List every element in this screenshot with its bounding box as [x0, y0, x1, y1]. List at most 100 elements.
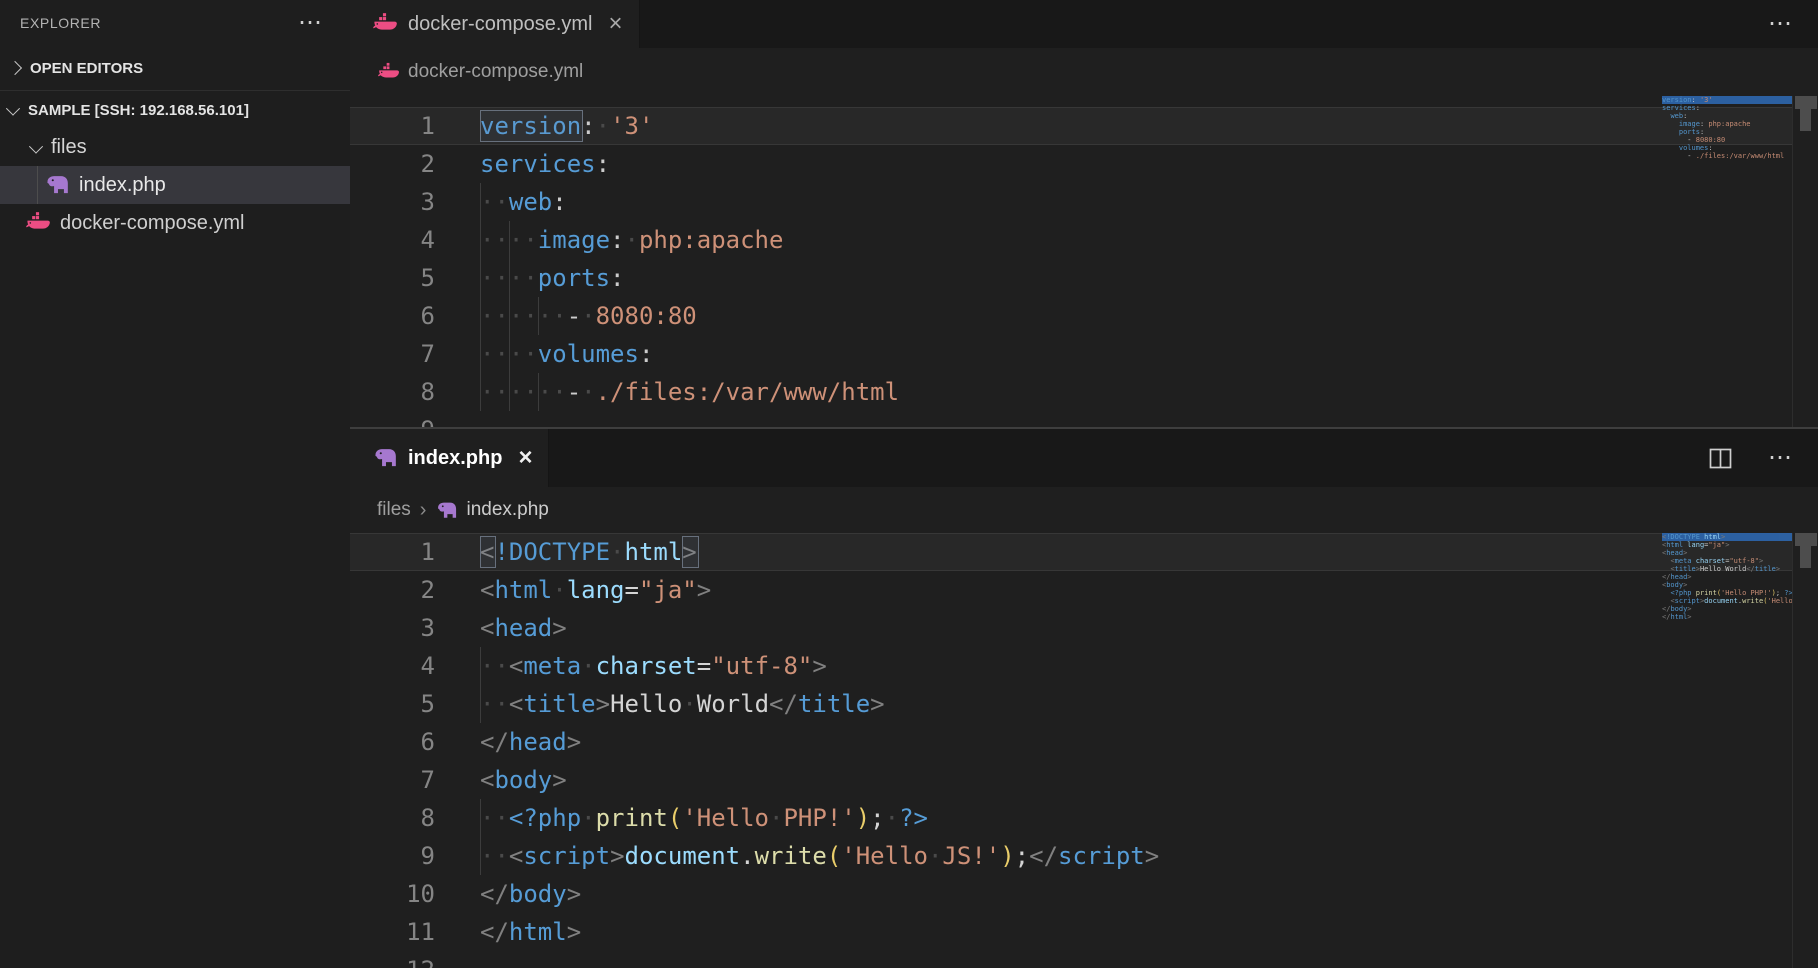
scrollbar[interactable]	[1792, 533, 1818, 968]
line-content: ····image:·php:apache	[480, 221, 1793, 259]
line-content: </body>	[480, 875, 1793, 913]
code-line[interactable]: 3<head>	[350, 609, 1793, 647]
file-label: index.php	[79, 174, 166, 197]
code-line[interactable]: 3··web:	[350, 183, 1793, 221]
docker-file-icon	[372, 11, 398, 37]
code-token: <	[480, 766, 494, 794]
code-token: ··	[480, 652, 509, 680]
more-actions-icon[interactable]: ⋯	[1768, 12, 1794, 36]
code-line[interactable]: 11</html>	[350, 913, 1793, 951]
line-content: </html>	[480, 913, 1793, 951]
code-line[interactable]: 1version:·'3'	[350, 107, 1793, 145]
tree-item-docker-compose[interactable]: docker-compose.yml	[0, 204, 350, 242]
breadcrumb-item-file[interactable]: docker-compose.yml	[377, 61, 583, 84]
code-line[interactable]: 8··<?php·print('Hello·PHP!');·?>	[350, 799, 1793, 837]
tab-index-php[interactable]: index.php ×	[350, 429, 549, 487]
code-line[interactable]: 1<!DOCTYPE·html>	[350, 533, 1793, 571]
indent-guide	[509, 373, 510, 411]
code-line[interactable]: 12	[350, 951, 1793, 968]
code-line[interactable]: 4····image:·php:apache	[350, 221, 1793, 259]
scrollbar[interactable]	[1792, 96, 1818, 427]
scrollbar-thumb[interactable]	[1795, 96, 1817, 109]
split-editor-icon[interactable]	[1709, 448, 1732, 469]
code-line[interactable]: 9	[350, 411, 1793, 427]
breadcrumb-item-file[interactable]: index.php	[435, 499, 548, 522]
code-token: body	[509, 880, 567, 908]
code-token: image	[538, 226, 610, 254]
code-token: >	[610, 842, 624, 870]
code-token: meta	[523, 652, 581, 680]
minimap-line: <html·lang="ja">	[1662, 541, 1793, 549]
minimap-token: ····	[1662, 128, 1679, 136]
code-token: 'Hello	[682, 804, 769, 832]
open-editors-section[interactable]: OPEN EDITORS	[0, 46, 350, 91]
tree-item-files-folder[interactable]: files	[0, 129, 350, 166]
minimap-token: title	[1675, 565, 1696, 573]
code-token: <	[480, 576, 494, 604]
line-content	[480, 951, 1793, 968]
code-editor-yaml[interactable]: 1version:·'3'2services:3··web:4····image…	[350, 96, 1793, 427]
code-token: >	[596, 690, 610, 718]
close-icon[interactable]: ×	[518, 446, 532, 470]
code-token: title	[798, 690, 870, 718]
minimap-token: >	[1687, 573, 1691, 581]
code-line[interactable]: 6······-·8080:80	[350, 297, 1793, 335]
code-token: web	[509, 188, 552, 216]
minimap-line: ····volumes:	[1662, 144, 1793, 152]
code-token: ·	[928, 842, 942, 870]
code-line[interactable]: 2<html·lang="ja">	[350, 571, 1793, 609]
minimap-token: ······	[1662, 136, 1687, 144]
more-actions-icon[interactable]: ⋯	[1768, 446, 1794, 470]
tab-bar: docker-compose.yml × ⋯	[350, 0, 1818, 48]
code-token: >	[870, 690, 884, 718]
code-line[interactable]: 5····ports:	[350, 259, 1793, 297]
sidebar-header: EXPLORER ⋯	[0, 0, 350, 46]
close-icon[interactable]: ×	[609, 12, 623, 36]
tree-item-index-php[interactable]: index.php	[0, 166, 350, 204]
indent-guide	[480, 221, 481, 259]
code-line[interactable]: 8······-·./files:/var/www/html	[350, 373, 1793, 411]
workspace-section-header[interactable]: SAMPLE [SSH: 192.168.56.101]	[0, 91, 350, 129]
code-line[interactable]: 7····volumes:	[350, 335, 1793, 373]
minimap-token: >	[1687, 613, 1691, 621]
minimap-token: write	[1742, 597, 1763, 605]
line-content: ··<script>document.write('Hello·JS!');</…	[480, 837, 1793, 875]
minimap[interactable]: <!DOCTYPE·html><html·lang="ja"><head>··<…	[1662, 533, 1793, 633]
code-line[interactable]: 10</body>	[350, 875, 1793, 913]
minimap[interactable]: version:·'3'services:··web:····image:·ph…	[1662, 96, 1793, 176]
line-content: ··<meta·charset="utf-8">	[480, 647, 1793, 685]
minimap-token: >	[1725, 541, 1729, 549]
minimap-token: ····	[1662, 144, 1679, 152]
code-line[interactable]: 9··<script>document.write('Hello·JS!');<…	[350, 837, 1793, 875]
code-line[interactable]: 6</head>	[350, 723, 1793, 761]
open-editors-label: OPEN EDITORS	[30, 60, 143, 77]
file-label: docker-compose.yml	[60, 212, 245, 235]
match-highlight-box	[682, 536, 698, 568]
line-number: 1	[350, 107, 435, 145]
scrollbar-thumb[interactable]	[1795, 533, 1817, 546]
minimap-line: <!DOCTYPE·html>	[1662, 533, 1793, 541]
minimap-line: ······-·./files:/var/www/html	[1662, 152, 1793, 160]
minimap-token: '3'	[1700, 96, 1713, 104]
code-line[interactable]: 5··<title>Hello·World</title>	[350, 685, 1793, 723]
code-line[interactable]: 4··<meta·charset="utf-8">	[350, 647, 1793, 685]
minimap-token: >	[1683, 549, 1687, 557]
code-token: :	[610, 226, 624, 254]
indent-guide	[509, 297, 510, 335]
code-token: ·	[552, 576, 566, 604]
code-token: ··	[480, 842, 509, 870]
code-token: ·	[769, 804, 783, 832]
chevron-right-icon	[8, 61, 22, 75]
minimap-token: >	[1759, 557, 1763, 565]
code-editor-php[interactable]: 1<!DOCTYPE·html>2<html·lang="ja">3<head>…	[350, 533, 1793, 968]
sidebar-more-actions-icon[interactable]: ⋯	[298, 11, 324, 35]
code-line[interactable]: 2services:	[350, 145, 1793, 183]
line-content: ····ports:	[480, 259, 1793, 297]
code-line[interactable]: 7<body>	[350, 761, 1793, 799]
code-token: 8080:80	[596, 302, 697, 330]
minimap-line: ··<?php·print('Hello·PHP!');·?>	[1662, 589, 1793, 597]
tab-docker-compose[interactable]: docker-compose.yml ×	[350, 0, 640, 48]
breadcrumb-item-folder[interactable]: files	[377, 499, 411, 521]
minimap-token: </	[1746, 565, 1754, 573]
code-token: ·	[885, 804, 899, 832]
